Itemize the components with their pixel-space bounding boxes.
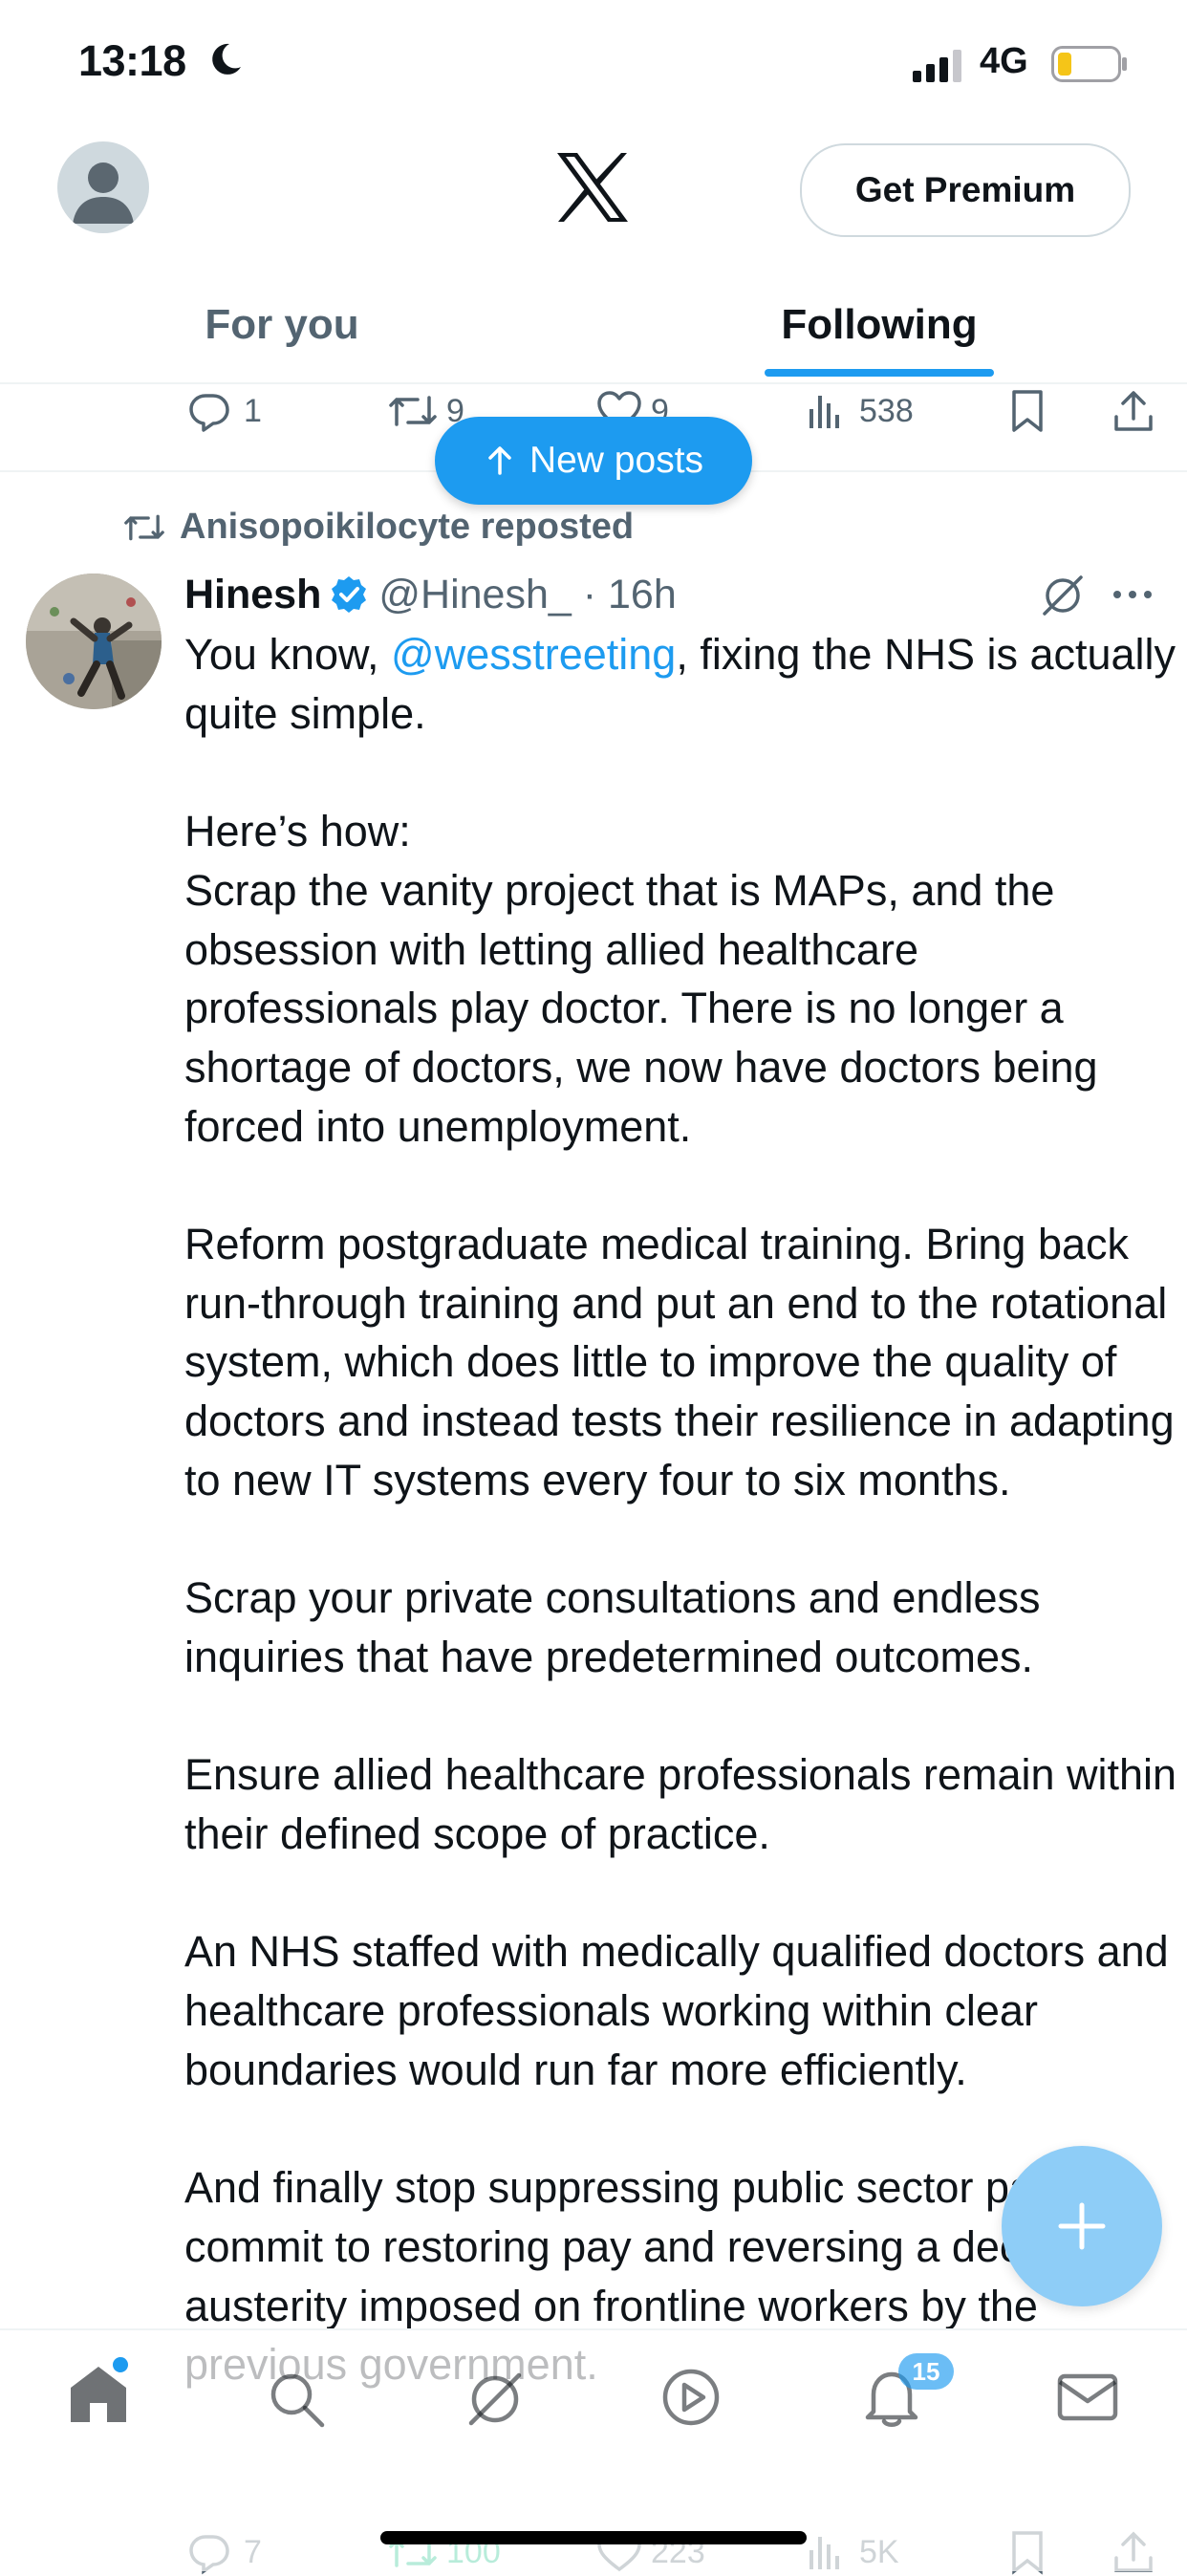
repost-context[interactable]: Anisopoikilocyte reposted: [122, 507, 634, 548]
share-action[interactable]: [1111, 382, 1155, 440]
reply-icon: [189, 394, 229, 432]
tweet-text: You know, @wesstreeting, fixing the NHS …: [184, 625, 1178, 2394]
share-icon: [1114, 391, 1153, 431]
bookmark-action[interactable]: [1008, 382, 1047, 440]
author-handle-time: @Hinesh_ · 16h: [378, 571, 677, 617]
plus-icon: [1058, 2202, 1106, 2250]
compose-button[interactable]: [1002, 2146, 1162, 2306]
tab-following[interactable]: Following: [745, 282, 1013, 368]
x-logo-icon[interactable]: [554, 151, 631, 224]
views-action[interactable]: 538: [806, 382, 914, 440]
moon-icon: [212, 43, 241, 75]
climber-photo: [26, 574, 162, 709]
active-tab-indicator: [765, 369, 994, 377]
profile-avatar[interactable]: [57, 141, 149, 233]
person-icon: [73, 162, 134, 224]
get-premium-button[interactable]: Get Premium: [800, 143, 1131, 237]
views-icon: [809, 396, 839, 428]
tweet-text-body: , fixing the NHS is actually quite simpl…: [184, 630, 1177, 2389]
repost-label: Anisopoikilocyte reposted: [180, 507, 635, 547]
status-time: 13:18: [78, 36, 186, 85]
author-avatar[interactable]: [26, 574, 162, 709]
home-indicator: [380, 2531, 807, 2544]
network-label: 4G: [980, 41, 1028, 81]
new-posts-label: New posts: [529, 440, 704, 481]
new-posts-button[interactable]: New posts: [435, 417, 752, 505]
mail-icon[interactable]: [1056, 2370, 1119, 2424]
mention-link[interactable]: @wesstreeting: [391, 630, 676, 679]
tweet-author-line[interactable]: Hinesh @Hinesh_ · 16h: [184, 566, 677, 623]
view-count: 538: [859, 392, 914, 429]
grok-nav-icon[interactable]: [464, 2368, 527, 2431]
notification-badge: 15: [898, 2353, 954, 2390]
home-unread-dot: [113, 2357, 128, 2372]
play-icon[interactable]: [659, 2366, 723, 2429]
more-options-icon[interactable]: [1111, 588, 1154, 601]
bookmark-icon: [1012, 390, 1043, 432]
repost-icon: [389, 396, 437, 426]
signal-icon: [913, 50, 961, 82]
arrow-up-icon: [488, 446, 511, 475]
verified-badge-icon[interactable]: [329, 574, 369, 615]
search-icon[interactable]: [265, 2368, 328, 2431]
grok-icon[interactable]: [1039, 572, 1087, 619]
reply-count: 1: [244, 392, 262, 429]
repost-icon: [124, 514, 164, 540]
tab-for-you[interactable]: For you: [124, 282, 440, 368]
reply-action[interactable]: 1: [186, 382, 262, 440]
author-display-name[interactable]: Hinesh: [184, 572, 321, 618]
tweet-text-start: You know,: [184, 630, 392, 679]
battery-icon: [1051, 46, 1127, 82]
